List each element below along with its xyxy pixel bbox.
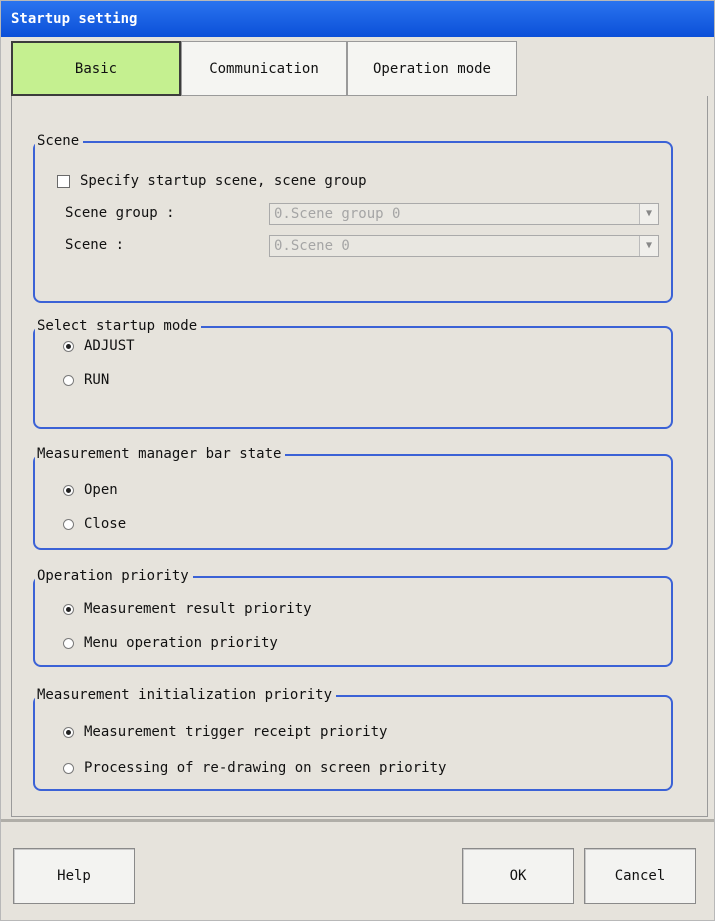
operation-priority-legend: Operation priority — [35, 566, 193, 586]
radio-measurement-result-priority-label: Measurement result priority — [84, 601, 312, 617]
radio-button-selected[interactable] — [63, 726, 74, 738]
help-button[interactable]: Help — [13, 848, 135, 904]
chevron-down-icon[interactable]: ▼ — [639, 204, 658, 224]
scene-group: Scene Specify startup scene, scene group… — [33, 131, 673, 303]
radio-open[interactable]: Open — [63, 478, 118, 502]
radio-adjust-label: ADJUST — [84, 338, 135, 354]
ok-button[interactable]: OK — [462, 848, 574, 904]
scene-label: Scene : — [65, 237, 125, 253]
startup-mode-group: Select startup mode ADJUST RUN — [33, 316, 673, 429]
radio-button-selected[interactable] — [63, 484, 74, 496]
radio-button-selected[interactable] — [63, 603, 74, 615]
chevron-down-icon[interactable]: ▼ — [639, 236, 658, 256]
radio-menu-operation-priority[interactable]: Menu operation priority — [63, 631, 278, 655]
radio-measurement-result-priority[interactable]: Measurement result priority — [63, 597, 312, 621]
specify-startup-scene-checkbox[interactable]: Specify startup scene, scene group — [57, 173, 367, 189]
radio-trigger-receipt-priority-label: Measurement trigger receipt priority — [84, 724, 388, 740]
separator-bar — [1, 819, 714, 822]
scene-group-legend: Scene — [35, 131, 84, 151]
checkbox-box[interactable] — [57, 174, 70, 188]
startup-mode-legend: Select startup mode — [35, 316, 202, 336]
scene-value: 0.Scene 0 — [274, 238, 350, 254]
manager-bar-legend: Measurement manager bar state — [35, 444, 286, 464]
scene-dropdown[interactable]: 0.Scene 0 ▼ — [269, 235, 659, 257]
init-priority-group: Measurement initialization priority Meas… — [33, 685, 673, 791]
radio-button-selected[interactable] — [63, 340, 74, 352]
window-title: Startup setting — [1, 1, 714, 37]
radio-open-label: Open — [84, 482, 118, 498]
radio-close-label: Close — [84, 516, 127, 532]
radio-run-label: RUN — [84, 372, 110, 388]
init-priority-legend: Measurement initialization priority — [35, 685, 337, 705]
tab-communication[interactable]: Communication — [181, 41, 347, 96]
scene-group-dropdown[interactable]: 0.Scene group 0 ▼ — [269, 203, 659, 225]
radio-button[interactable] — [63, 762, 74, 774]
radio-adjust[interactable]: ADJUST — [63, 334, 135, 358]
radio-menu-operation-priority-label: Menu operation priority — [84, 635, 278, 651]
radio-button[interactable] — [63, 518, 74, 530]
radio-trigger-receipt-priority[interactable]: Measurement trigger receipt priority — [63, 720, 387, 744]
radio-redrawing-priority[interactable]: Processing of re-drawing on screen prior… — [63, 756, 446, 780]
cancel-button[interactable]: Cancel — [584, 848, 696, 904]
checkbox-label: Specify startup scene, scene group — [80, 173, 367, 189]
scene-group-label: Scene group : — [65, 205, 175, 221]
manager-bar-group: Measurement manager bar state Open Close — [33, 444, 673, 550]
radio-close[interactable]: Close — [63, 512, 126, 536]
tab-operation-mode[interactable]: Operation mode — [347, 41, 517, 96]
operation-priority-group: Operation priority Measurement result pr… — [33, 566, 673, 667]
radio-redrawing-priority-label: Processing of re-drawing on screen prior… — [84, 760, 447, 776]
radio-run[interactable]: RUN — [63, 368, 109, 392]
startup-setting-window: Startup setting Basic Communication Oper… — [0, 0, 715, 921]
radio-button[interactable] — [63, 637, 74, 649]
scene-group-value: 0.Scene group 0 — [274, 206, 401, 222]
radio-button[interactable] — [63, 374, 74, 386]
tab-basic[interactable]: Basic — [11, 41, 181, 96]
